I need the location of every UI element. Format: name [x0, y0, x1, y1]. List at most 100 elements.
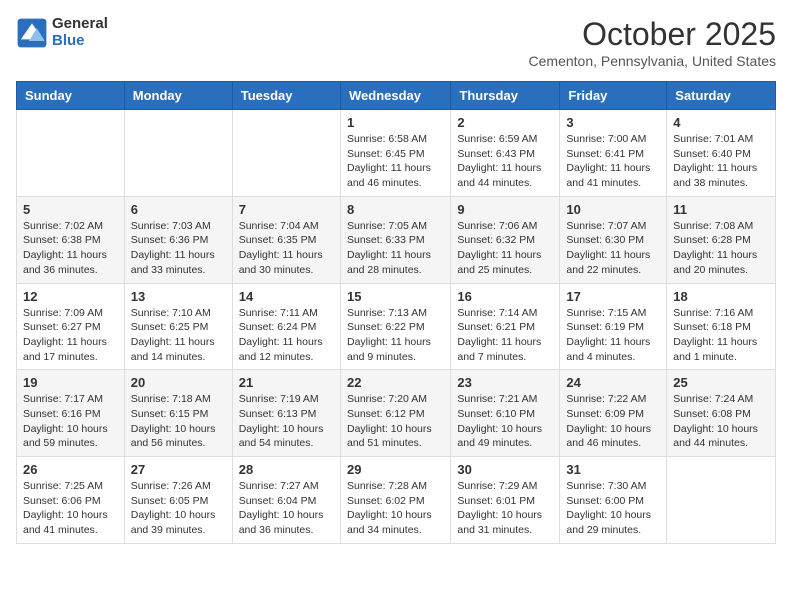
day-info: Sunrise: 6:58 AMSunset: 6:45 PMDaylight:… [347, 132, 444, 191]
day-info: Sunrise: 7:08 AMSunset: 6:28 PMDaylight:… [673, 219, 769, 278]
calendar-cell: 25 Sunrise: 7:24 AMSunset: 6:08 PMDayligh… [667, 370, 776, 457]
day-number: 26 [23, 462, 118, 477]
day-number: 24 [566, 375, 660, 390]
calendar-cell: 11 Sunrise: 7:08 AMSunset: 6:28 PMDayligh… [667, 196, 776, 283]
calendar-cell: 17Sunrise: 7:15 AMSunset: 6:19 PMDayligh… [560, 283, 667, 370]
logo: General Blue [16, 16, 108, 49]
calendar-cell: 4 Sunrise: 7:01 AMSunset: 6:40 PMDaylight… [667, 110, 776, 197]
calendar-cell: 23 Sunrise: 7:21 AMSunset: 6:10 PMDayligh… [451, 370, 560, 457]
day-info: Sunrise: 7:25 AMSunset: 6:06 PMDaylight:… [23, 479, 118, 538]
calendar-week-3: 12 Sunrise: 7:09 AMSunset: 6:27 PMDayligh… [17, 283, 776, 370]
day-info: Sunrise: 7:30 AMSunset: 6:00 PMDaylight:… [566, 479, 660, 538]
day-number: 21 [239, 375, 334, 390]
calendar-cell [667, 457, 776, 544]
day-info: Sunrise: 7:29 AMSunset: 6:01 PMDaylight:… [457, 479, 553, 538]
day-number: 22 [347, 375, 444, 390]
day-number: 13 [131, 289, 226, 304]
day-number: 25 [673, 375, 769, 390]
day-number: 31 [566, 462, 660, 477]
calendar-cell: 14Sunrise: 7:11 AMSunset: 6:24 PMDayligh… [232, 283, 340, 370]
day-number: 11 [673, 202, 769, 217]
calendar-week-5: 26 Sunrise: 7:25 AMSunset: 6:06 PMDayligh… [17, 457, 776, 544]
day-number: 4 [673, 115, 769, 130]
title-block: October 2025 Cementon, Pennsylvania, Uni… [529, 16, 776, 69]
day-info: Sunrise: 7:21 AMSunset: 6:10 PMDaylight:… [457, 392, 553, 451]
day-number: 30 [457, 462, 553, 477]
col-tuesday: Tuesday [232, 82, 340, 110]
day-info: Sunrise: 7:10 AMSunset: 6:25 PMDaylight:… [131, 306, 226, 365]
calendar-cell: 28 Sunrise: 7:27 AMSunset: 6:04 PMDayligh… [232, 457, 340, 544]
calendar-cell: 24 Sunrise: 7:22 AMSunset: 6:09 PMDayligh… [560, 370, 667, 457]
calendar-cell: 19 Sunrise: 7:17 AMSunset: 6:16 PMDayligh… [17, 370, 125, 457]
calendar-cell: 10Sunrise: 7:07 AMSunset: 6:30 PMDayligh… [560, 196, 667, 283]
day-number: 2 [457, 115, 553, 130]
month-title: October 2025 [529, 16, 776, 53]
day-number: 12 [23, 289, 118, 304]
day-number: 9 [457, 202, 553, 217]
logo-general-text: General [52, 16, 108, 33]
calendar-cell: 22 Sunrise: 7:20 AMSunset: 6:12 PMDayligh… [340, 370, 450, 457]
col-monday: Monday [124, 82, 232, 110]
day-number: 16 [457, 289, 553, 304]
day-number: 6 [131, 202, 226, 217]
calendar-header-row: Sunday Monday Tuesday Wednesday Thursday… [17, 82, 776, 110]
day-info: Sunrise: 7:02 AMSunset: 6:38 PMDaylight:… [23, 219, 118, 278]
day-info: Sunrise: 7:17 AMSunset: 6:16 PMDaylight:… [23, 392, 118, 451]
day-number: 23 [457, 375, 553, 390]
calendar-cell: 29Sunrise: 7:28 AMSunset: 6:02 PMDayligh… [340, 457, 450, 544]
day-info: Sunrise: 7:27 AMSunset: 6:04 PMDaylight:… [239, 479, 334, 538]
col-wednesday: Wednesday [340, 82, 450, 110]
day-info: Sunrise: 7:18 AMSunset: 6:15 PMDaylight:… [131, 392, 226, 451]
day-info: Sunrise: 7:16 AMSunset: 6:18 PMDaylight:… [673, 306, 769, 365]
calendar-cell: 15Sunrise: 7:13 AMSunset: 6:22 PMDayligh… [340, 283, 450, 370]
col-thursday: Thursday [451, 82, 560, 110]
day-number: 8 [347, 202, 444, 217]
day-number: 10 [566, 202, 660, 217]
day-info: Sunrise: 7:04 AMSunset: 6:35 PMDaylight:… [239, 219, 334, 278]
day-info: Sunrise: 7:20 AMSunset: 6:12 PMDaylight:… [347, 392, 444, 451]
day-info: Sunrise: 7:22 AMSunset: 6:09 PMDaylight:… [566, 392, 660, 451]
day-info: Sunrise: 7:26 AMSunset: 6:05 PMDaylight:… [131, 479, 226, 538]
day-number: 18 [673, 289, 769, 304]
day-number: 19 [23, 375, 118, 390]
calendar-cell: 5Sunrise: 7:02 AMSunset: 6:38 PMDaylight… [17, 196, 125, 283]
calendar-week-1: 1Sunrise: 6:58 AMSunset: 6:45 PMDaylight… [17, 110, 776, 197]
calendar-cell: 16Sunrise: 7:14 AMSunset: 6:21 PMDayligh… [451, 283, 560, 370]
calendar-cell: 6 Sunrise: 7:03 AMSunset: 6:36 PMDaylight… [124, 196, 232, 283]
page-header: General Blue October 2025 Cementon, Penn… [16, 16, 776, 69]
calendar-cell [124, 110, 232, 197]
location-text: Cementon, Pennsylvania, United States [529, 53, 776, 69]
calendar-cell: 1Sunrise: 6:58 AMSunset: 6:45 PMDaylight… [340, 110, 450, 197]
calendar-cell: 12 Sunrise: 7:09 AMSunset: 6:27 PMDayligh… [17, 283, 125, 370]
col-friday: Friday [560, 82, 667, 110]
day-number: 20 [131, 375, 226, 390]
calendar-cell: 7 Sunrise: 7:04 AMSunset: 6:35 PMDaylight… [232, 196, 340, 283]
calendar-week-4: 19 Sunrise: 7:17 AMSunset: 6:16 PMDayligh… [17, 370, 776, 457]
calendar-cell: 31 Sunrise: 7:30 AMSunset: 6:00 PMDayligh… [560, 457, 667, 544]
day-number: 28 [239, 462, 334, 477]
day-info: Sunrise: 7:01 AMSunset: 6:40 PMDaylight:… [673, 132, 769, 191]
day-info: Sunrise: 7:06 AMSunset: 6:32 PMDaylight:… [457, 219, 553, 278]
day-number: 7 [239, 202, 334, 217]
day-info: Sunrise: 6:59 AMSunset: 6:43 PMDaylight:… [457, 132, 553, 191]
day-info: Sunrise: 7:03 AMSunset: 6:36 PMDaylight:… [131, 219, 226, 278]
calendar-table: Sunday Monday Tuesday Wednesday Thursday… [16, 81, 776, 544]
day-info: Sunrise: 7:00 AMSunset: 6:41 PMDaylight:… [566, 132, 660, 191]
day-info: Sunrise: 7:24 AMSunset: 6:08 PMDaylight:… [673, 392, 769, 451]
calendar-cell: 3Sunrise: 7:00 AMSunset: 6:41 PMDaylight… [560, 110, 667, 197]
day-info: Sunrise: 7:09 AMSunset: 6:27 PMDaylight:… [23, 306, 118, 365]
calendar-week-2: 5Sunrise: 7:02 AMSunset: 6:38 PMDaylight… [17, 196, 776, 283]
calendar-cell: 26 Sunrise: 7:25 AMSunset: 6:06 PMDayligh… [17, 457, 125, 544]
day-number: 15 [347, 289, 444, 304]
logo-icon [16, 17, 48, 49]
calendar-cell [232, 110, 340, 197]
day-info: Sunrise: 7:11 AMSunset: 6:24 PMDaylight:… [239, 306, 334, 365]
calendar-cell: 18 Sunrise: 7:16 AMSunset: 6:18 PMDayligh… [667, 283, 776, 370]
calendar-cell [17, 110, 125, 197]
col-sunday: Sunday [17, 82, 125, 110]
day-number: 27 [131, 462, 226, 477]
day-number: 29 [347, 462, 444, 477]
day-info: Sunrise: 7:15 AMSunset: 6:19 PMDaylight:… [566, 306, 660, 365]
day-info: Sunrise: 7:05 AMSunset: 6:33 PMDaylight:… [347, 219, 444, 278]
calendar-cell: 30 Sunrise: 7:29 AMSunset: 6:01 PMDayligh… [451, 457, 560, 544]
